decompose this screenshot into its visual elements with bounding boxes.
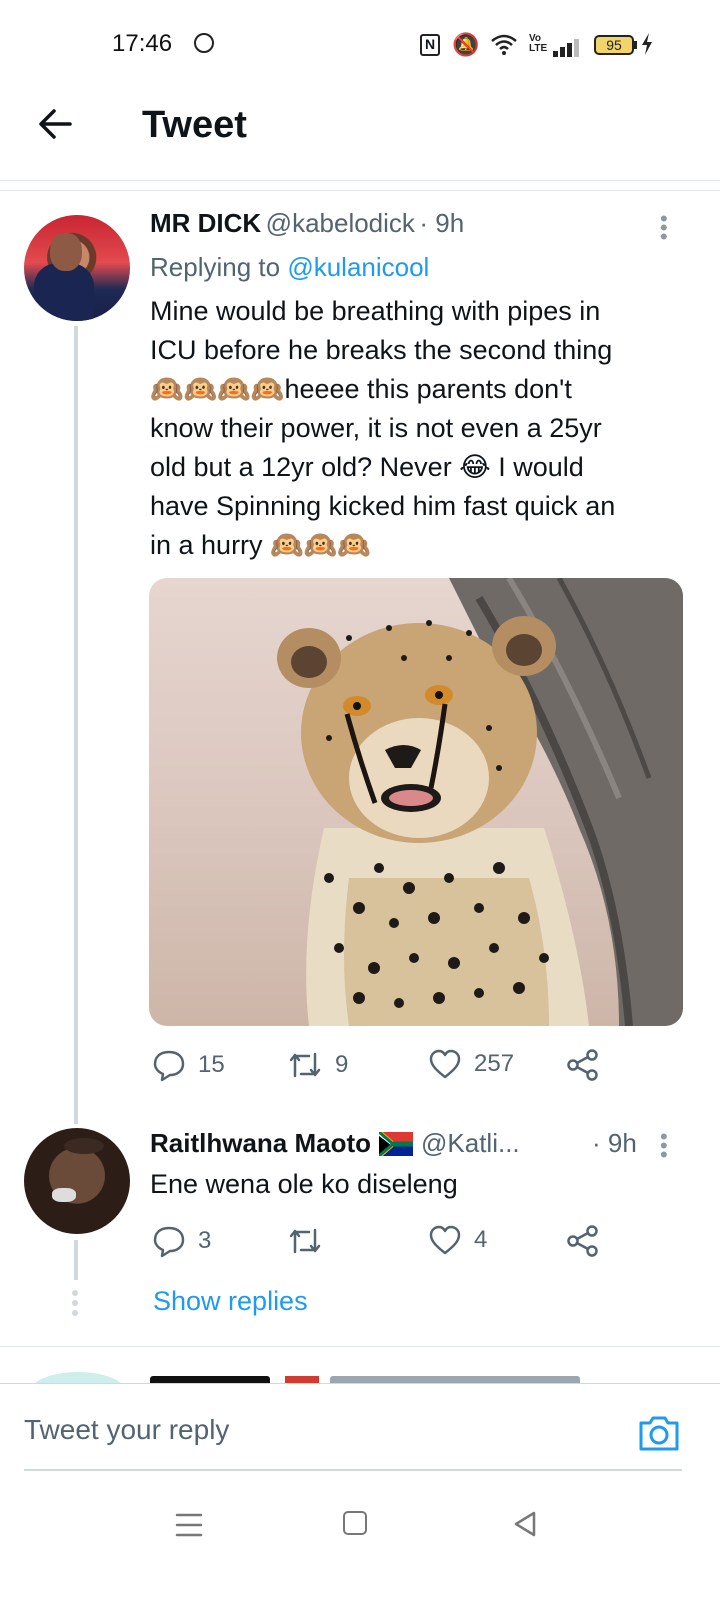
retweet-icon [289,1228,321,1254]
reply-input[interactable]: Tweet your reply [24,1414,229,1446]
volte-indicator: Vo LTE [529,33,548,54]
reply-count: 3 [198,1227,212,1254]
mute-icon: 🔕 [452,32,480,57]
home-icon[interactable] [343,1511,367,1535]
tweet-text: Mine would be breathing with pipes in IC… [150,292,695,565]
replying-to: Replying to @kulanicool [150,252,429,283]
tweet-text-line: 🙉🙉🙉🙉heeee this parents don't [150,374,572,404]
like-count: 257 [474,1050,515,1077]
nav-back-icon[interactable] [512,1510,538,1538]
retweet-action[interactable]: 9 [287,1048,348,1082]
tweet-text-line: ICU before he breaks the second thing [150,335,613,365]
reply-bar-divider [0,1383,720,1384]
replying-prefix: Replying to [150,252,281,282]
tweet-text-line: know their power, it is not even a 25yr [150,413,602,443]
tweet-text-line: Mine would be breathing with pipes in [150,296,601,326]
retweet-icon [289,1052,321,1078]
tweet-text-line: have Spinning kicked him fast quick an [150,491,616,521]
tweet-text-line: in a hurry 🙉🙉🙉 [150,530,371,560]
menu-icon[interactable] [175,1512,203,1538]
timestamp: · 9h [419,208,465,238]
retweet-count: 9 [335,1051,349,1078]
handle[interactable]: @kabelodick [266,208,415,238]
wifi-icon [491,34,517,55]
tweet-author-line: Raitlhwana Maoto @Katli... [150,1128,520,1159]
avatar[interactable] [24,1128,130,1234]
timestamp: · 9h [592,1128,637,1158]
like-action[interactable]: 4 [428,1224,487,1256]
share-icon[interactable] [566,1048,600,1082]
heart-icon [429,1049,461,1079]
camera-icon[interactable] [637,1413,681,1453]
back-arrow-icon[interactable] [36,104,76,144]
header-divider-2 [0,190,720,191]
display-name[interactable]: Raitlhwana Maoto [150,1128,371,1159]
cheetah-illustration [277,578,683,1026]
page-title: Tweet [142,104,247,146]
battery-nub [634,41,637,49]
thread-line [74,1240,78,1280]
tweet-text-line: old but a 12yr old? Never 😂 I would [150,452,584,482]
battery-icon: 95 [594,35,634,55]
reply-input-underline [24,1469,682,1471]
thread-line [74,326,78,1124]
heart-icon [429,1225,461,1255]
reply-count: 15 [198,1051,225,1078]
tweet-author-line: MR DICK @kabelodick · 9h [150,208,464,239]
south-africa-flag-icon [379,1131,414,1156]
reply-action[interactable]: 3 [152,1224,211,1258]
reply-action[interactable]: 15 [152,1048,225,1082]
more-options-icon[interactable]: • • • [660,208,668,248]
retweet-action[interactable] [287,1224,335,1258]
status-time: 17:46 [112,30,173,57]
thread-dots [72,1290,80,1316]
mention-link[interactable]: @kulanicool [287,252,429,282]
handle[interactable]: @Katli... [421,1128,520,1159]
tweet-media-image[interactable] [149,578,683,1026]
like-action[interactable]: 257 [428,1048,514,1080]
show-replies-link[interactable]: Show replies [153,1286,308,1317]
header-divider [0,180,720,181]
nfc-icon: N [420,34,440,56]
more-options-icon[interactable]: • • • [660,1126,668,1166]
signal-icon [553,37,583,57]
like-count: 4 [474,1226,488,1253]
whatsapp-icon [194,33,214,53]
reply-icon [153,1050,185,1082]
tweet-text: Ene wena ole ko diseleng [150,1169,458,1199]
display-name[interactable]: MR DICK [150,208,261,238]
avatar[interactable] [24,215,130,321]
reply-icon [153,1226,185,1258]
charging-icon [642,33,652,55]
share-icon[interactable] [566,1224,600,1258]
tweet-divider [0,1346,720,1347]
